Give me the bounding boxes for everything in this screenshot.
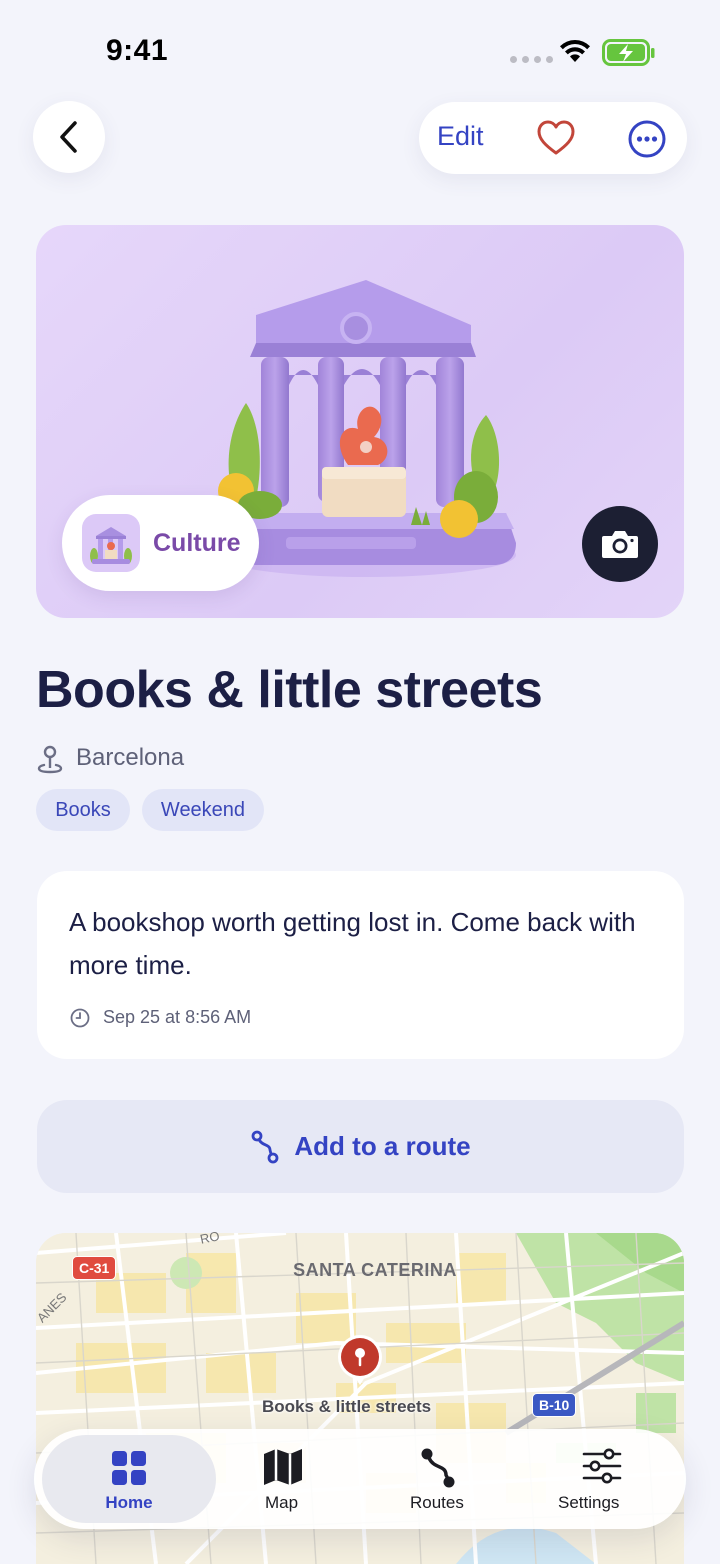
map-district-label: SANTA CATERINA: [293, 1260, 457, 1280]
tag-chip[interactable]: Weekend: [142, 789, 264, 831]
sliders-icon: [582, 1448, 622, 1484]
status-bar: 9:41: [0, 0, 720, 96]
add-to-route-button[interactable]: Add to a route: [37, 1100, 684, 1193]
edit-button[interactable]: Edit: [437, 121, 484, 152]
culture-thumbnail: [82, 514, 140, 572]
map-icon: [264, 1449, 302, 1485]
tab-map[interactable]: Map: [242, 1429, 322, 1529]
road-badge-b10: B-10: [532, 1393, 577, 1417]
back-button[interactable]: [33, 101, 105, 173]
camera-icon: [602, 531, 638, 558]
tab-label: Settings: [558, 1493, 620, 1512]
tab-label: Routes: [410, 1493, 464, 1512]
header-actions: Edit: [419, 102, 687, 174]
place-title: Books & little streets: [36, 661, 543, 719]
tab-routes[interactable]: Routes: [394, 1429, 482, 1529]
battery-charging-icon: [602, 39, 655, 66]
grid-icon: [112, 1451, 146, 1485]
more-options-icon[interactable]: [627, 119, 667, 159]
chevron-left-icon: [60, 121, 77, 153]
tab-bar: Home Map Routes Settings: [34, 1429, 686, 1529]
add-to-route-label: Add to a route: [294, 1131, 471, 1161]
note-text: A bookshop worth getting lost in. Come b…: [69, 907, 636, 980]
note-card: A bookshop worth getting lost in. Come b…: [37, 871, 684, 1059]
category-chip[interactable]: Culture: [62, 495, 259, 591]
route-icon: [251, 1130, 279, 1163]
tag-chip[interactable]: Books: [36, 789, 130, 831]
tab-home[interactable]: Home: [42, 1435, 216, 1523]
map-pin-icon[interactable]: [336, 1333, 384, 1391]
place-location: Barcelona: [76, 744, 185, 771]
map-place-label: Books & little streets: [262, 1397, 432, 1416]
road-badge-c31: C-31: [72, 1256, 117, 1280]
note-timestamp: Sep 25 at 8:56 AM: [103, 1007, 252, 1027]
wifi-icon: [560, 39, 590, 62]
cellular-signal-icon: [510, 56, 553, 63]
clock-icon: [70, 1008, 90, 1028]
heart-icon[interactable]: [536, 119, 576, 157]
category-label: Culture: [153, 529, 241, 557]
change-photo-button[interactable]: [582, 506, 658, 582]
location-pin-icon: [37, 745, 63, 774]
tab-label: Home: [105, 1493, 153, 1512]
tab-label: Map: [265, 1493, 299, 1512]
tab-settings[interactable]: Settings: [546, 1429, 658, 1529]
route-icon: [421, 1448, 455, 1488]
status-time: 9:41: [106, 34, 169, 67]
